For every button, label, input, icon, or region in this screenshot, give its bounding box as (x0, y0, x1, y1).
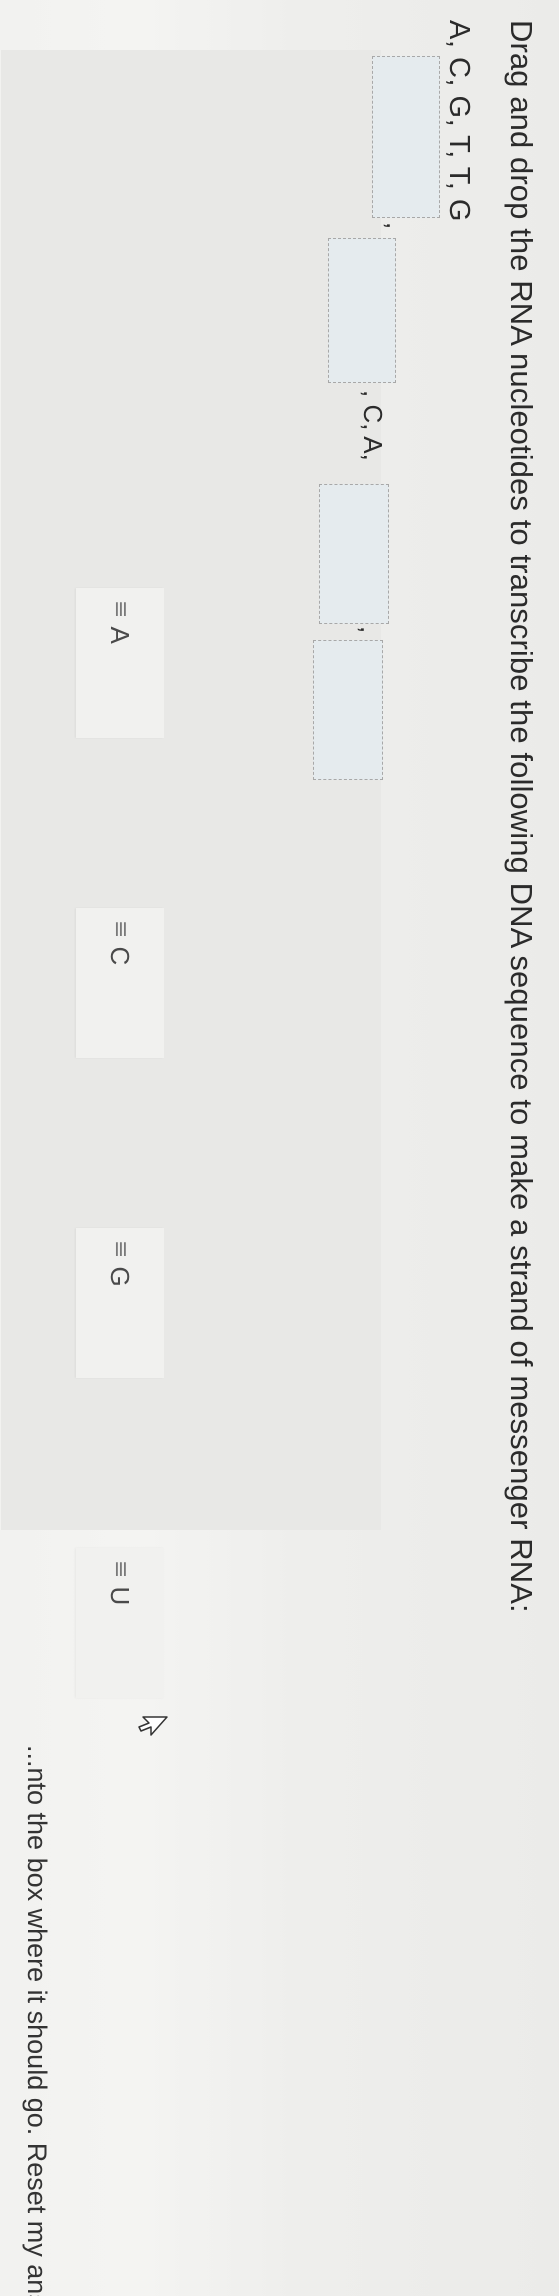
drag-handle-icon: ≡ (108, 600, 133, 619)
tile-label: A (105, 626, 136, 644)
drag-handle-icon: ≡ (108, 1240, 133, 1259)
instruction-hint: ...nto the box where it should go. Reset… (21, 1745, 52, 2296)
separator-1: , (381, 222, 411, 230)
mouse-pointer-icon (138, 1716, 168, 1736)
tile-c[interactable]: ≡ C (76, 908, 164, 1058)
tile-label: U (105, 1586, 136, 1606)
drag-handle-icon: ≡ (108, 1560, 133, 1579)
drop-box-3[interactable] (319, 484, 389, 624)
tile-g[interactable]: ≡ G (76, 1228, 164, 1378)
drop-box-4[interactable] (313, 640, 383, 780)
tile-a[interactable]: ≡ A (76, 588, 164, 738)
question-panel: Drag and drop the RNA nucleotides to tra… (0, 0, 559, 2296)
tile-label: G (105, 1266, 136, 1287)
hint-text: ...nto the box where it should go. (22, 1745, 52, 2136)
tile-label: C (105, 946, 136, 966)
drag-handle-icon: ≡ (108, 920, 133, 939)
separator-2: , C, A, (358, 390, 388, 461)
dna-sequence: A, C, G, T, T, G (443, 20, 475, 222)
separator-3: , (355, 626, 385, 634)
drop-box-1[interactable] (372, 56, 440, 218)
tile-u[interactable]: ≡ U (76, 1548, 164, 1698)
page: Drag and drop the RNA nucleotides to tra… (0, 0, 559, 2296)
drop-box-2[interactable] (328, 238, 396, 383)
reset-answers-link[interactable]: Reset my answers. (22, 2143, 52, 2296)
question-prompt: Drag and drop the RNA nucleotides to tra… (504, 20, 539, 1613)
drag-area (1, 50, 381, 1530)
